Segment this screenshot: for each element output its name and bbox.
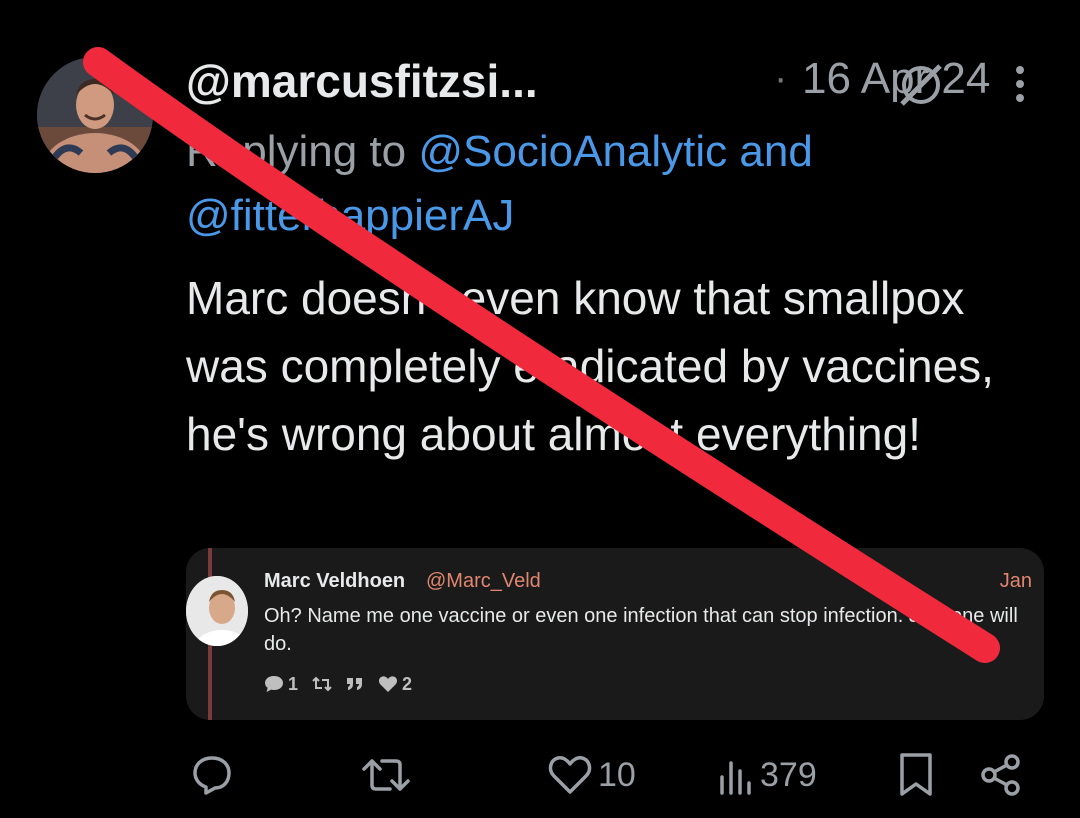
like-count: 10 (598, 755, 636, 794)
heart-icon (378, 676, 398, 692)
more-icon[interactable] (1008, 62, 1032, 106)
retweet-icon (362, 759, 410, 791)
author-handle[interactable]: @marcusfitzsi... (186, 54, 538, 108)
bookmark-icon (900, 753, 932, 796)
comment-icon (265, 676, 283, 692)
quoted-date: Jan (999, 570, 1032, 592)
views-button[interactable]: 379 (718, 745, 817, 805)
quoted-tweet-card[interactable]: Marc Veldhoen @Marc_Veld Jan Oh? Name me… (186, 548, 1044, 720)
quoted-likes: 2 (378, 674, 412, 695)
views-count: 379 (760, 755, 817, 794)
share-icon (981, 754, 1020, 796)
tweet-text: Marc doesn't even know that smallpox was… (186, 272, 994, 460)
bookmark-button[interactable] (896, 745, 936, 805)
replying-prefix: Replying to (186, 127, 419, 176)
quoted-quote (346, 677, 364, 691)
grok-icon[interactable] (896, 60, 946, 110)
action-bar: 10 379 (0, 745, 1080, 805)
reply-icon (193, 756, 231, 795)
retweet-icon (312, 676, 332, 692)
tweet-header: @marcusfitzsi... · 16 Apr 24 (186, 54, 1066, 110)
quoted-replies-count: 1 (288, 673, 299, 694)
quoted-likes-count: 2 (402, 673, 413, 694)
retweet-button[interactable] (360, 745, 412, 805)
reply-button[interactable] (190, 745, 234, 805)
quoted-author-handle: @Marc_Veld (426, 570, 541, 592)
header-separator: · (774, 56, 788, 100)
quoted-retweets (312, 676, 332, 692)
views-icon (720, 761, 751, 795)
heart-icon (548, 756, 592, 794)
author-avatar[interactable] (37, 57, 153, 173)
replying-to: Replying to @SocioAnalytic and @fitterha… (186, 120, 1046, 248)
share-button[interactable] (978, 745, 1024, 805)
quoted-stats: 1 2 (264, 672, 412, 696)
quoted-text: Oh? Name me one vaccine or even one infe… (264, 605, 1018, 655)
quoted-author-avatar (186, 576, 248, 646)
quote-icon (347, 678, 363, 690)
quoted-author-name: Marc Veldhoen (264, 570, 406, 592)
quoted-replies: 1 (264, 674, 298, 695)
like-button[interactable]: 10 (548, 745, 636, 805)
